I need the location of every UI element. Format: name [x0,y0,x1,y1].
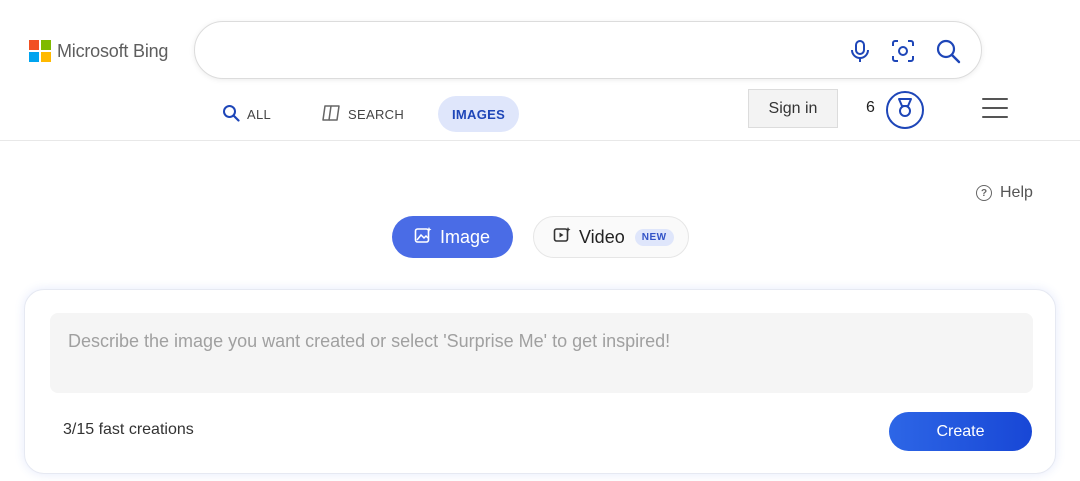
help-label: Help [1000,184,1033,201]
visual-search-icon[interactable] [890,38,916,64]
search-scope-tabs: ALL SEARCH IMAGES [208,96,520,132]
fast-creations-count: 3/15 fast creations [63,421,194,438]
help-circle-icon: ? [976,185,992,201]
image-mode-button[interactable]: Image [392,216,513,258]
tab-all[interactable]: ALL [208,96,285,132]
search-icon[interactable] [935,38,961,64]
bing-image-creator-page: Microsoft Bing ALL SEARCH IMAGES Sign in… [0,0,1080,481]
search-input[interactable] [219,22,839,78]
header: Microsoft Bing ALL SEARCH IMAGES Sign in… [0,0,1080,141]
creation-mode-toggle: Image Video NEW [392,216,689,258]
create-button[interactable]: Create [889,412,1032,451]
tab-label: ALL [247,106,272,122]
image-mode-label: Image [440,226,491,247]
tab-label: SEARCH [348,106,405,122]
video-create-icon [553,226,571,249]
tab-search[interactable]: SEARCH [307,96,418,132]
help-link[interactable]: ? Help [976,184,1033,202]
microphone-icon[interactable] [847,38,873,64]
bing-logo[interactable]: Microsoft Bing [29,40,168,62]
search-icon [222,104,240,125]
rewards-button[interactable] [886,91,924,129]
new-badge: NEW [634,228,674,246]
video-mode-label: Video [579,226,625,247]
reward-points-count: 6 [866,99,875,116]
video-mode-button[interactable]: Video NEW [533,216,689,258]
microsoft-logo-icon [29,40,51,62]
copilot-icon [321,104,341,125]
hamburger-menu-icon[interactable] [982,98,1008,118]
image-create-icon [414,226,432,249]
rewards-medal-icon [894,97,916,124]
tab-label: IMAGES [452,106,506,122]
tab-images[interactable]: IMAGES [438,96,520,132]
image-creator-card: 3/15 fast creations Create [24,289,1056,474]
search-box[interactable] [194,21,982,79]
prompt-input[interactable] [50,313,1033,393]
brand-name: Microsoft Bing [57,40,169,61]
sign-in-button[interactable]: Sign in [748,89,838,128]
